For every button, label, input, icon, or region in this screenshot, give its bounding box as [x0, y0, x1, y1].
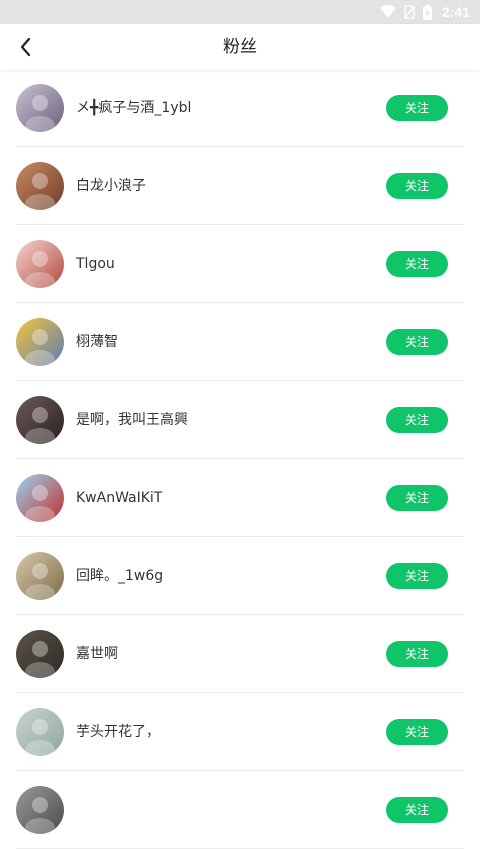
battery-charging-icon — [422, 4, 432, 20]
list-item[interactable]: 关注 — [16, 771, 464, 849]
follow-button[interactable]: 关注 — [386, 251, 448, 277]
list-item[interactable]: メ╋疯子与酒_1ybl 关注 — [16, 69, 464, 147]
follow-button[interactable]: 关注 — [386, 173, 448, 199]
avatar[interactable] — [16, 786, 64, 834]
follow-button[interactable]: 关注 — [386, 797, 448, 823]
fans-list: メ╋疯子与酒_1ybl 关注 白龙小浪子 关注 Tlgou 关注 栩薄智 关注 是啊，我叫王高興… — [0, 69, 480, 849]
follow-button[interactable]: 关注 — [386, 485, 448, 511]
username[interactable]: 是啊，我叫王高興 — [76, 381, 188, 459]
list-item[interactable]: 回眸。_1w6g 关注 — [16, 537, 464, 615]
avatar[interactable] — [16, 396, 64, 444]
list-item[interactable]: 栩薄智 关注 — [16, 303, 464, 381]
status-time: 2:41 — [441, 4, 470, 20]
follow-button[interactable]: 关注 — [386, 563, 448, 589]
follow-button[interactable]: 关注 — [386, 407, 448, 433]
top-nav-bar: 粉丝 — [0, 24, 480, 70]
username[interactable]: メ╋疯子与酒_1ybl — [76, 69, 191, 147]
list-item[interactable]: 白龙小浪子 关注 — [16, 147, 464, 225]
username[interactable]: 芋头开花了， — [76, 693, 160, 771]
avatar[interactable] — [16, 708, 64, 756]
list-item[interactable]: 嘉世啊 关注 — [16, 615, 464, 693]
avatar[interactable] — [16, 552, 64, 600]
avatar[interactable] — [16, 630, 64, 678]
follow-button[interactable]: 关注 — [386, 329, 448, 355]
avatar[interactable] — [16, 474, 64, 522]
username[interactable]: 栩薄智 — [76, 303, 118, 381]
status-bar: 2:41 — [0, 0, 480, 24]
avatar[interactable] — [16, 318, 64, 366]
page-title: 粉丝 — [223, 37, 257, 57]
follow-button[interactable]: 关注 — [386, 95, 448, 121]
username[interactable]: KwAnWaIKiT — [76, 459, 162, 537]
wifi-icon — [379, 5, 396, 19]
list-item[interactable]: KwAnWaIKiT 关注 — [16, 459, 464, 537]
follow-button[interactable]: 关注 — [386, 719, 448, 745]
avatar[interactable] — [16, 84, 64, 132]
list-item[interactable]: 芋头开花了， 关注 — [16, 693, 464, 771]
username[interactable]: 嘉世啊 — [76, 615, 118, 693]
avatar[interactable] — [16, 162, 64, 210]
follow-button[interactable]: 关注 — [386, 641, 448, 667]
avatar[interactable] — [16, 240, 64, 288]
username[interactable]: Tlgou — [76, 225, 115, 303]
list-item[interactable]: 是啊，我叫王高興 关注 — [16, 381, 464, 459]
username[interactable]: 回眸。_1w6g — [76, 537, 163, 615]
username[interactable]: 白龙小浪子 — [76, 147, 146, 225]
no-sim-icon — [403, 5, 415, 19]
list-item[interactable]: Tlgou 关注 — [16, 225, 464, 303]
